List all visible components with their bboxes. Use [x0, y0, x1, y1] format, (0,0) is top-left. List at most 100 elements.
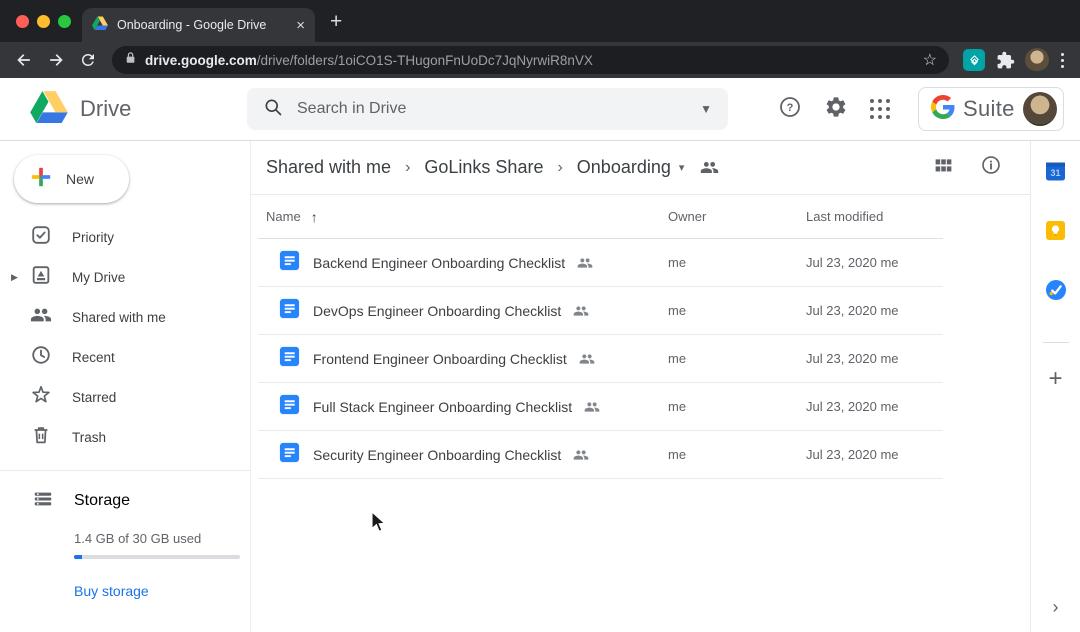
settings-gear-icon[interactable]: [824, 95, 848, 124]
minimize-window-button[interactable]: [37, 15, 50, 28]
browser-tab[interactable]: Onboarding - Google Drive ×: [82, 8, 315, 42]
google-calendar-icon[interactable]: 31: [1045, 161, 1066, 187]
window-controls: [16, 15, 71, 28]
breadcrumb-item-onboarding[interactable]: Onboarding: [577, 157, 671, 178]
shared-with-me-icon: [30, 304, 52, 331]
buy-storage-link[interactable]: Buy storage: [74, 583, 149, 599]
file-owner: me: [668, 303, 806, 318]
new-button[interactable]: New: [14, 155, 129, 203]
file-table-body: Backend Engineer Onboarding Checklist me…: [258, 239, 943, 479]
file-owner: me: [668, 255, 806, 270]
file-owner: me: [668, 447, 806, 462]
sidebar-item-trash[interactable]: Trash: [0, 417, 250, 457]
table-row[interactable]: Backend Engineer Onboarding Checklist me…: [258, 239, 943, 287]
apps-grid-icon[interactable]: [870, 99, 890, 119]
file-owner: me: [668, 351, 806, 366]
golinks-extension-icon[interactable]: [963, 49, 985, 71]
google-docs-icon: [278, 441, 301, 469]
column-header-owner[interactable]: Owner: [668, 209, 806, 224]
file-name: Frontend Engineer Onboarding Checklist: [313, 351, 567, 367]
reload-icon[interactable]: [76, 48, 100, 72]
browser-toolbar: drive.google.com/drive/folders/1oiCO1S-T…: [0, 42, 1080, 78]
fullscreen-window-button[interactable]: [58, 15, 71, 28]
breadcrumb-item-shared-with-me[interactable]: Shared with me: [266, 157, 391, 178]
folder-shared-people-icon: [700, 158, 719, 177]
expand-panel-chevron-icon[interactable]: ›: [1053, 597, 1059, 618]
bookmark-star-icon[interactable]: ☆: [923, 50, 937, 70]
sort-ascending-icon[interactable]: ↑: [311, 209, 318, 225]
browser-menu-icon[interactable]: [1057, 53, 1068, 68]
google-docs-icon: [278, 249, 301, 277]
folder-menu-caret-icon[interactable]: ▾: [679, 161, 685, 174]
table-row[interactable]: Frontend Engineer Onboarding Checklist m…: [258, 335, 943, 383]
file-name: Backend Engineer Onboarding Checklist: [313, 255, 565, 271]
file-last-modified: Jul 23, 2020 me: [806, 351, 899, 366]
file-table: Name ↑ Owner Last modified Backend Engin…: [258, 195, 943, 479]
sidebar-item-shared-with-me[interactable]: Shared with me: [0, 297, 250, 337]
file-owner: me: [668, 399, 806, 414]
expand-arrow-icon[interactable]: ▶: [11, 272, 18, 283]
sidebar-item-label: My Drive: [72, 270, 125, 285]
table-row[interactable]: Security Engineer Onboarding Checklist m…: [258, 431, 943, 479]
table-row[interactable]: DevOps Engineer Onboarding Checklist me …: [258, 287, 943, 335]
breadcrumb-separator-icon: ›: [557, 159, 562, 177]
new-tab-button[interactable]: +: [330, 10, 342, 34]
sidebar-divider: [0, 470, 250, 471]
tab-title: Onboarding - Google Drive: [117, 18, 287, 32]
sidebar-item-priority[interactable]: Priority: [0, 217, 250, 257]
new-plus-icon: [30, 166, 52, 193]
back-icon[interactable]: [12, 48, 36, 72]
help-icon[interactable]: ?: [778, 95, 802, 124]
shared-people-icon: [577, 255, 593, 271]
trash-icon: [30, 424, 52, 451]
file-last-modified: Jul 23, 2020 me: [806, 447, 899, 462]
google-docs-icon: [278, 297, 301, 325]
shared-people-icon: [584, 399, 600, 415]
search-bar[interactable]: ▼: [247, 88, 728, 130]
lock-icon: [124, 51, 137, 70]
drive-logo[interactable]: Drive: [0, 90, 247, 128]
google-keep-icon[interactable]: [1045, 220, 1066, 246]
column-header-name[interactable]: Name: [266, 209, 301, 224]
extensions-puzzle-icon[interactable]: [993, 48, 1017, 72]
sidebar-item-storage[interactable]: Storage: [0, 479, 250, 523]
sidebar-item-recent[interactable]: Recent: [0, 337, 250, 377]
file-last-modified: Jul 23, 2020 me: [806, 255, 899, 270]
forward-icon[interactable]: [44, 48, 68, 72]
sidebar-item-starred[interactable]: Starred: [0, 377, 250, 417]
drive-favicon-icon: [92, 16, 108, 35]
file-name: Security Engineer Onboarding Checklist: [313, 447, 561, 463]
breadcrumb-item-golinks-share[interactable]: GoLinks Share: [424, 157, 543, 178]
search-options-caret-icon[interactable]: ▼: [700, 102, 712, 116]
table-row[interactable]: Full Stack Engineer Onboarding Checklist…: [258, 383, 943, 431]
url-text: drive.google.com/drive/folders/1oiCO1S-T…: [145, 53, 915, 68]
grid-view-icon[interactable]: [933, 155, 954, 181]
sidebar-nav: Priority ▶ My Drive Shared with me: [0, 217, 250, 457]
recent-icon: [30, 344, 52, 371]
sidebar-item-my-drive[interactable]: ▶ My Drive: [0, 257, 250, 297]
gsuite-badge[interactable]: Suite: [918, 87, 1064, 131]
breadcrumb-separator-icon: ›: [405, 159, 410, 177]
side-panel-rail: 31 + ›: [1030, 141, 1080, 632]
svg-text:?: ?: [787, 102, 794, 114]
info-icon[interactable]: [980, 154, 1002, 181]
file-name: Full Stack Engineer Onboarding Checklist: [313, 399, 572, 415]
account-avatar[interactable]: [1023, 92, 1057, 126]
new-button-label: New: [66, 171, 94, 187]
header-icons: ?: [778, 95, 890, 124]
url-path: /drive/folders/1oiCO1S-THugonFnUoDc7JqNy…: [257, 53, 593, 68]
google-tasks-icon[interactable]: [1045, 279, 1067, 306]
starred-icon: [30, 384, 52, 411]
close-tab-icon[interactable]: ×: [296, 18, 305, 33]
search-input[interactable]: [297, 100, 686, 118]
sidebar-item-label: Priority: [72, 230, 114, 245]
drive-logo-icon: [30, 90, 68, 128]
close-window-button[interactable]: [16, 15, 29, 28]
shared-people-icon: [573, 447, 589, 463]
address-bar[interactable]: drive.google.com/drive/folders/1oiCO1S-T…: [112, 46, 949, 74]
browser-profile-avatar[interactable]: [1025, 48, 1049, 72]
column-header-last-modified[interactable]: Last modified: [806, 209, 883, 224]
add-addon-icon[interactable]: +: [1048, 365, 1062, 393]
sidebar: New Priority ▶ My Drive: [0, 141, 251, 632]
search-icon[interactable]: [263, 97, 283, 122]
